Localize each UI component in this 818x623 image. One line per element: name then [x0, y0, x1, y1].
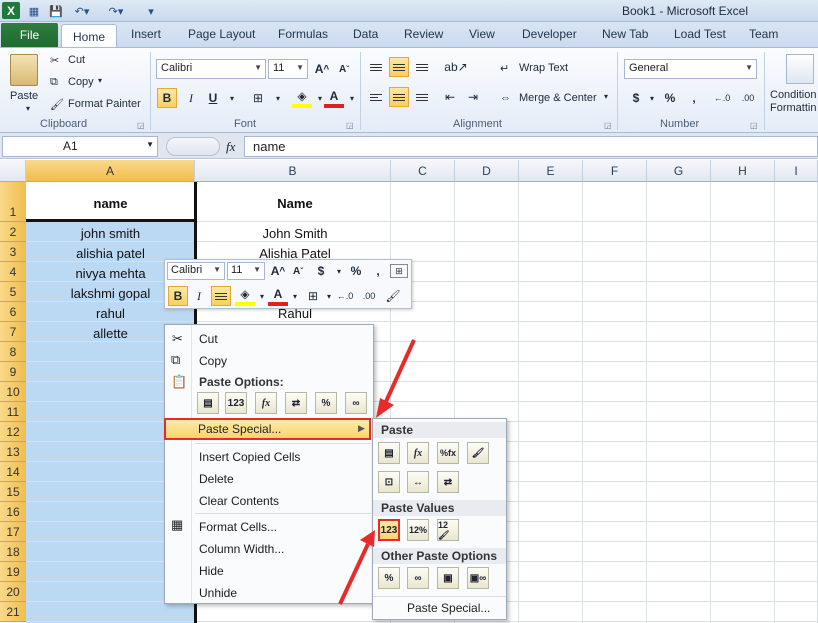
arrow-to-paste-special: [382, 339, 416, 407]
annotation-arrows: [338, 339, 416, 605]
arrow-to-paste-values: [338, 543, 370, 605]
arrowhead-paste-special: [376, 398, 394, 418]
